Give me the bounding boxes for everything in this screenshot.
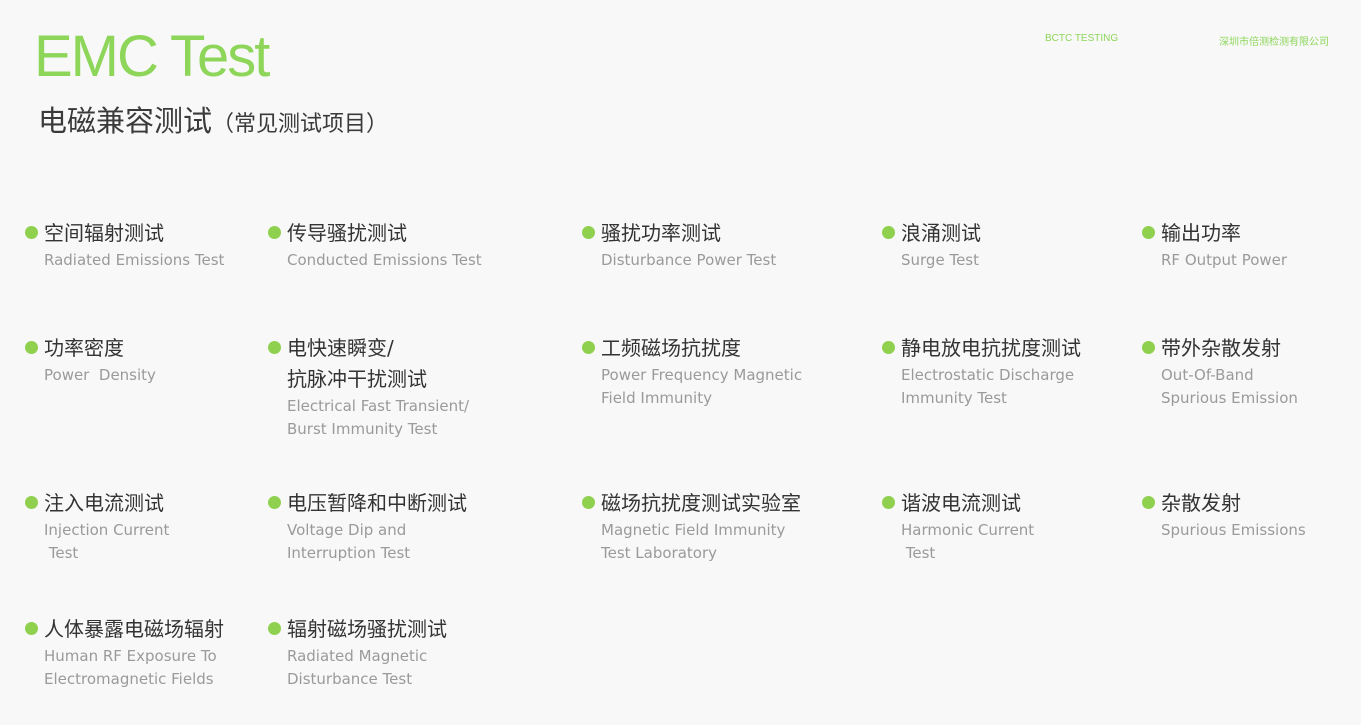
item-en-label: Interruption Test: [287, 544, 411, 562]
test-item: 空间辐射测试 Radiated Emissions Test: [25, 218, 275, 272]
item-en-label: Surge Test: [901, 251, 979, 269]
item-en-label: Conducted Emissions Test: [287, 251, 482, 269]
item-en-label: Burst Immunity Test: [287, 420, 438, 438]
bullet-dot-icon: [25, 622, 38, 635]
item-en-label: Human RF Exposure To: [44, 647, 217, 665]
item-en-label: Injection Current: [44, 521, 170, 539]
test-item: 谐波电流测试 Harmonic Current Test: [882, 488, 1132, 565]
test-item: 传导骚扰测试 Conducted Emissions Test: [268, 218, 518, 272]
item-cn-label: 浪涌测试: [901, 221, 981, 245]
item-en-label: Electrostatic Discharge: [901, 366, 1075, 384]
item-cn-label: 带外杂散发射: [1161, 336, 1281, 360]
brand-left: BCTC TESTING: [1045, 33, 1119, 44]
item-cn-label: 抗脉冲干扰测试: [287, 367, 427, 391]
item-en-label: Spurious Emission: [1161, 389, 1298, 407]
item-en-label: Power Frequency Magnetic: [601, 366, 803, 384]
bullet-dot-icon: [268, 496, 281, 509]
item-en-label: RF Output Power: [1161, 251, 1288, 269]
item-en-label: Field Immunity: [601, 389, 712, 407]
item-cn-label: 注入电流测试: [44, 491, 164, 515]
item-en-label: Harmonic Current: [901, 521, 1035, 539]
item-cn-label: 电快速瞬变/: [287, 336, 394, 360]
test-item: 带外杂散发射 Out-Of-Band Spurious Emission: [1142, 333, 1361, 410]
test-item: 电快速瞬变/抗脉冲干扰测试 Electrical Fast Transient/B…: [268, 333, 518, 441]
test-item: 注入电流测试 Injection Current Test: [25, 488, 275, 565]
item-cn-label: 输出功率: [1161, 221, 1241, 245]
subtitle-main: 电磁兼容测试: [38, 104, 213, 138]
item-cn-label: 骚扰功率测试: [601, 221, 721, 245]
item-en-label: Electrical Fast Transient/: [287, 397, 470, 415]
bullet-dot-icon: [1142, 341, 1155, 354]
bullet-dot-icon: [1142, 496, 1155, 509]
bullet-dot-icon: [582, 496, 595, 509]
item-en-label: Power Density: [44, 366, 156, 384]
item-en-label: Voltage Dip and: [287, 521, 407, 539]
item-cn-label: 功率密度: [44, 336, 124, 360]
item-cn-label: 杂散发射: [1161, 491, 1241, 515]
bullet-dot-icon: [882, 226, 895, 239]
bullet-dot-icon: [268, 622, 281, 635]
test-item: 人体暴露电磁场辐射 Human RF Exposure To Electromagn…: [25, 614, 275, 691]
item-en-label: Radiated Emissions Test: [44, 251, 225, 269]
item-cn-label: 人体暴露电磁场辐射: [44, 617, 224, 641]
item-cn-label: 静电放电抗扰度测试: [901, 336, 1081, 360]
bullet-dot-icon: [25, 341, 38, 354]
item-cn-label: 传导骚扰测试: [287, 221, 407, 245]
bullet-dot-icon: [1142, 226, 1155, 239]
item-en-label: Disturbance Power Test: [601, 251, 777, 269]
page-subtitle: 电磁兼容测试（常见测试项目）: [38, 98, 388, 140]
item-cn-label: 空间辐射测试: [44, 221, 164, 245]
page-title: EMC Test: [34, 24, 270, 89]
bullet-dot-icon: [268, 341, 281, 354]
subtitle-paren: （常见测试项目）: [212, 112, 389, 137]
item-en-label: Test Laboratory: [601, 544, 718, 562]
item-cn-label: 工频磁场抗扰度: [601, 336, 741, 360]
item-cn-label: 辐射磁场骚扰测试: [287, 617, 447, 641]
test-item: 工频磁场抗扰度 Power Frequency Magnetic Field Imm…: [582, 333, 832, 410]
test-item: 静电放电抗扰度测试 Electrostatic Discharge Immunity…: [882, 333, 1132, 410]
bullet-dot-icon: [25, 226, 38, 239]
test-item: 输出功率 RF Output Power: [1142, 218, 1361, 272]
bullet-dot-icon: [268, 226, 281, 239]
item-cn-label: 磁场抗扰度测试实验室: [601, 491, 801, 515]
item-cn-label: 谐波电流测试: [901, 491, 1021, 515]
bullet-dot-icon: [882, 341, 895, 354]
brand-right: 深圳市倍测检测有限公司: [1219, 37, 1329, 48]
item-en-label: Immunity Test: [901, 389, 1007, 407]
item-cn-label: 电压暂降和中断测试: [287, 491, 467, 515]
test-item: 电压暂降和中断测试 Voltage Dip and Interruption Tes…: [268, 488, 518, 565]
bullet-dot-icon: [25, 496, 38, 509]
item-en-label: Radiated Magnetic: [287, 647, 428, 665]
item-en-label: Spurious Emissions: [1161, 521, 1306, 539]
test-item: 辐射磁场骚扰测试 Radiated Magnetic Disturbance Tes…: [268, 614, 518, 691]
item-en-label: Disturbance Test: [287, 670, 413, 688]
test-item: 功率密度 Power Density: [25, 333, 275, 387]
test-item: 骚扰功率测试 Disturbance Power Test: [582, 218, 832, 272]
item-en-label: Test: [44, 544, 79, 562]
item-en-label: Magnetic Field Immunity: [601, 521, 786, 539]
test-item: 杂散发射 Spurious Emissions: [1142, 488, 1361, 542]
item-en-label: Out-Of-Band: [1161, 366, 1254, 384]
test-item: 磁场抗扰度测试实验室 Magnetic Field Immunity Test La…: [582, 488, 832, 565]
bullet-dot-icon: [582, 341, 595, 354]
item-en-label: Electromagnetic Fields: [44, 670, 214, 688]
test-item: 浪涌测试 Surge Test: [882, 218, 1132, 272]
bullet-dot-icon: [882, 496, 895, 509]
bullet-dot-icon: [582, 226, 595, 239]
item-en-label: Test: [901, 544, 936, 562]
